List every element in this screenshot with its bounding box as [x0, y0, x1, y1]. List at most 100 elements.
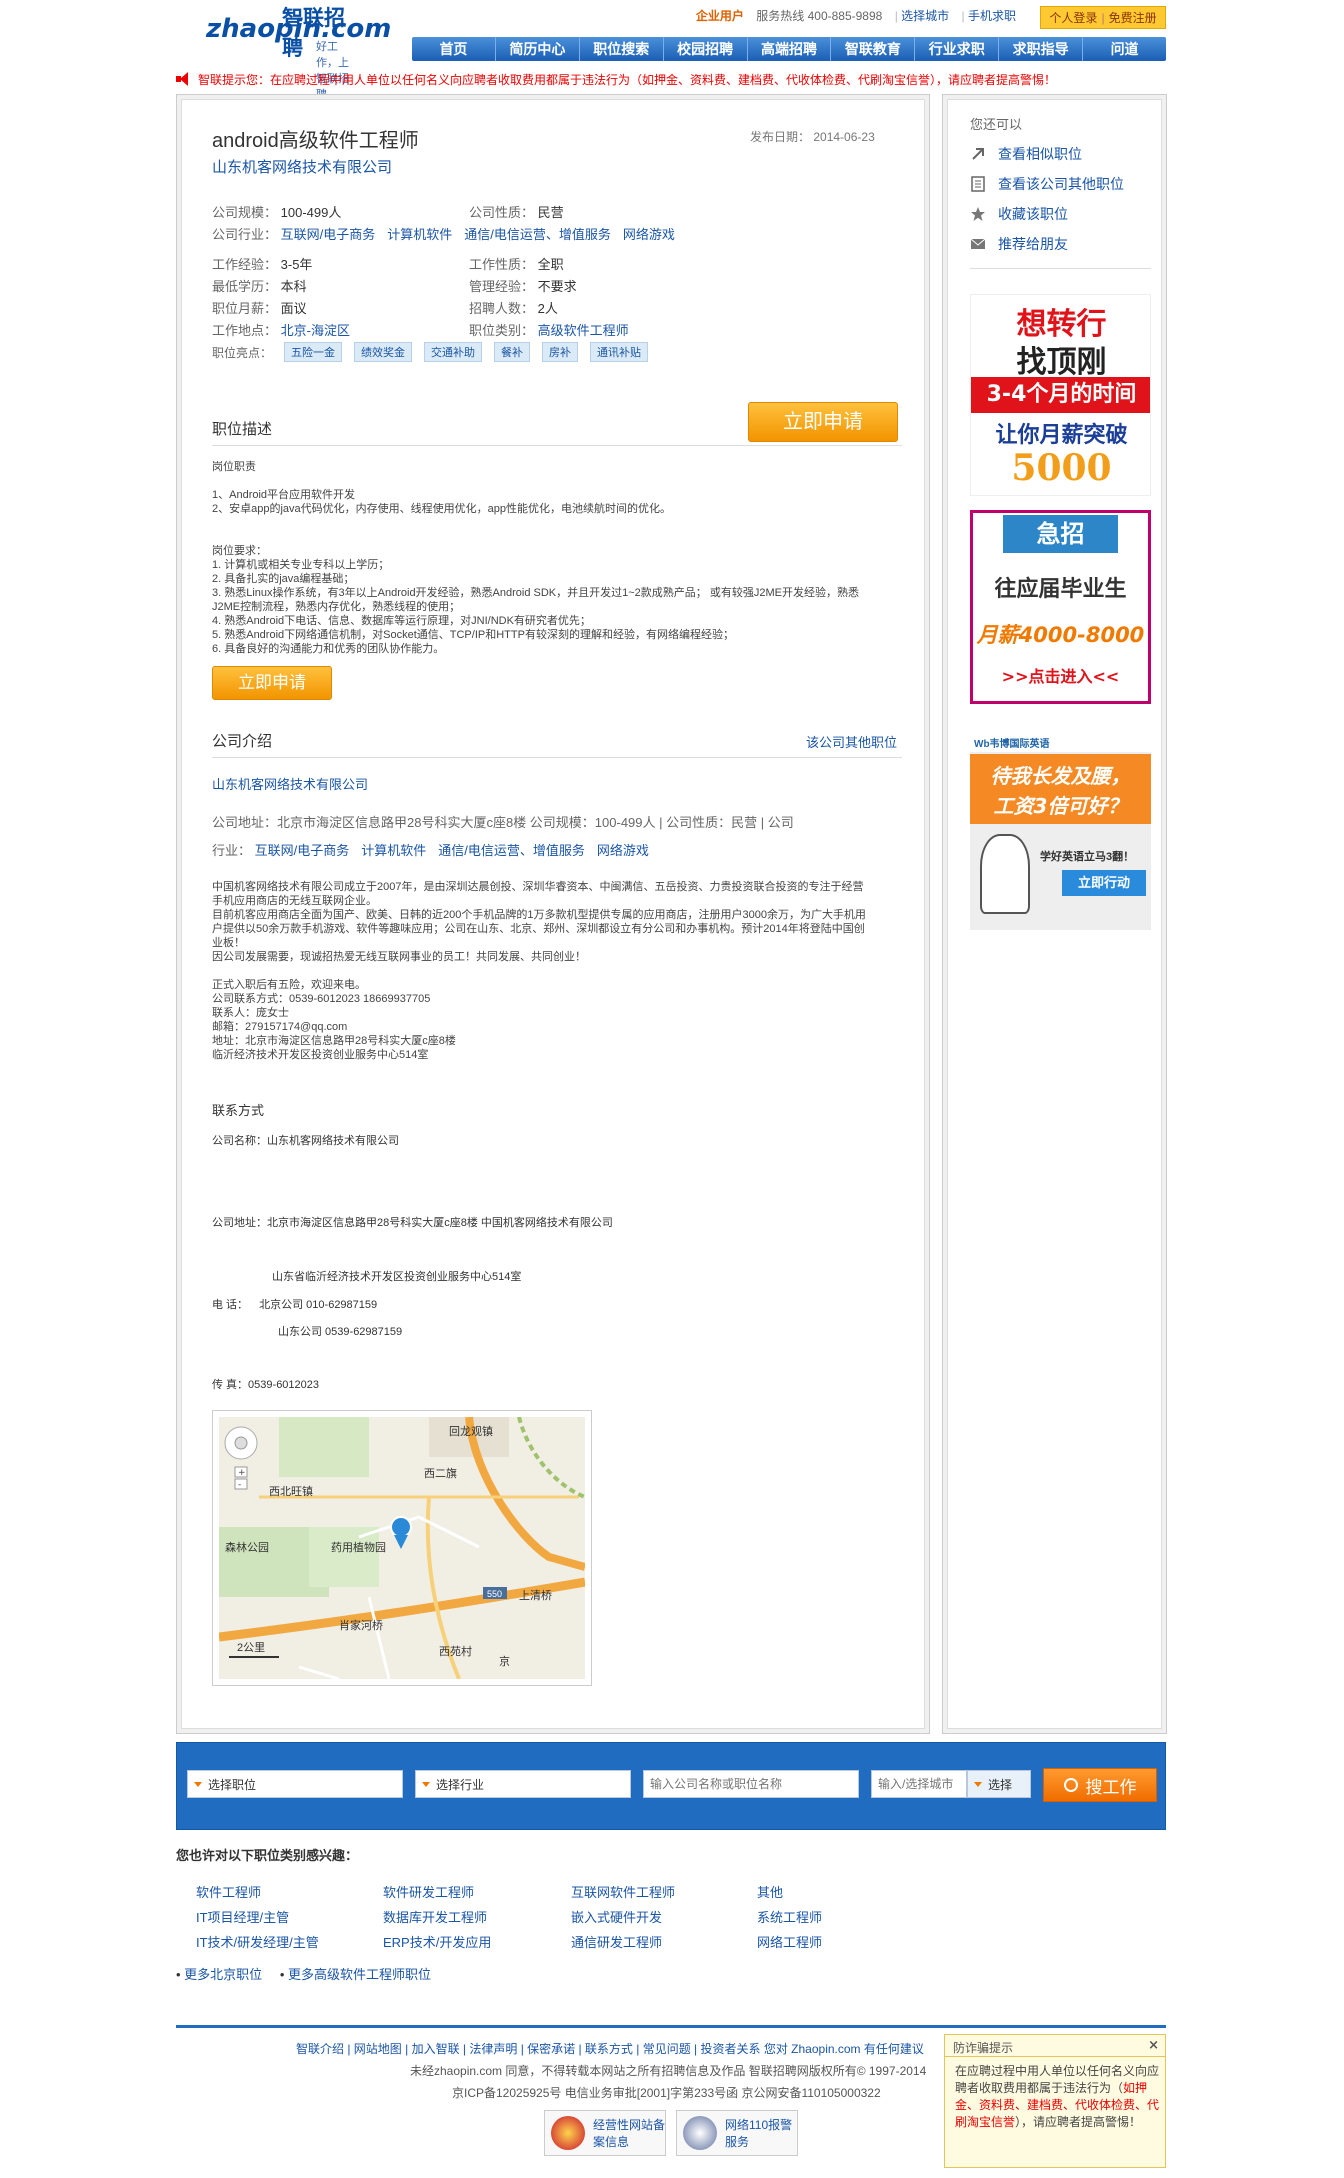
industry-link[interactable]: 通信/电信运营、增值服务: [464, 227, 611, 242]
category-link[interactable]: 软件工程师: [196, 1882, 261, 1901]
industry-link[interactable]: 网络游戏: [623, 227, 675, 242]
nav-campus[interactable]: 校园招聘: [664, 37, 748, 61]
highlight-tag: 交通补助: [424, 342, 483, 362]
company-industry: 公司行业： 互联网/电子商务 计算机软件 通信/电信运营、增值服务 网络游戏: [212, 227, 675, 242]
login-box: 个人登录 | 免费注册: [1040, 6, 1166, 29]
industry-select[interactable]: 选择行业: [415, 1770, 631, 1798]
ad-webi-english[interactable]: Wb韦博国际英语 待我长发及腰， 工资3倍可好？ 学好英语立马3翻！ 立即行动: [970, 730, 1151, 930]
category-link[interactable]: 通信研发工程师: [571, 1932, 662, 1951]
contact-phone-2: 山东公司 0539-62987159: [278, 1326, 403, 1338]
category-link[interactable]: 嵌入式硬件开发: [571, 1907, 662, 1926]
industry-link[interactable]: 互联网/电子商务: [281, 227, 376, 242]
highlight-tag: 餐补: [494, 342, 531, 362]
logo-domain: zhaopin.com: [206, 14, 392, 44]
company-intro-heading: 公司介绍: [212, 730, 902, 758]
contact-phone: 电 话： 北京公司 010-62987159: [212, 1299, 378, 1311]
personal-login-link[interactable]: 个人登录: [1049, 9, 1097, 26]
nav-resume[interactable]: 简历中心: [496, 37, 580, 61]
more-links: • 更多北京职位 • 更多高级软件工程师职位: [176, 1967, 432, 1982]
category-link[interactable]: 网络工程师: [757, 1932, 822, 1951]
top-links: 企业用户 服务热线 400-885-9898 | 选择城市 | 手机求职: [695, 9, 1016, 23]
city-select-button[interactable]: 选择: [967, 1770, 1031, 1798]
ad-graduate-hiring[interactable]: 急招 往应届毕业生 月薪4000-8000 >>点击进入<<: [970, 510, 1151, 704]
popup-title: 防诈骗提示: [945, 2035, 1165, 2057]
mobile-job-link[interactable]: 手机求职: [968, 9, 1016, 23]
dropdown-icon: [974, 1781, 982, 1787]
job-category: 职位类别： 高级软件工程师: [469, 323, 629, 338]
mail-icon: [970, 236, 986, 252]
category-link[interactable]: 互联网软件工程师: [571, 1882, 675, 1901]
nav-highend[interactable]: 高端招聘: [748, 37, 832, 61]
nav-wendao[interactable]: 问道: [1083, 37, 1166, 61]
map-label: 森林公园: [225, 1540, 269, 1554]
more-beijing-jobs-link[interactable]: 更多北京职位: [184, 1967, 262, 1982]
more-senior-engineer-jobs-link[interactable]: 更多高级软件工程师职位: [288, 1967, 431, 1982]
industry-link[interactable]: 计算机软件: [387, 227, 452, 242]
nav-education[interactable]: 智联教育: [831, 37, 916, 61]
nav-job-search[interactable]: 职位搜索: [580, 37, 664, 61]
category-link[interactable]: 其他: [757, 1882, 783, 1901]
search-jobs-button[interactable]: 搜工作: [1043, 1768, 1157, 1802]
highlight-tag: 五险一金: [284, 342, 343, 362]
work-experience: 工作经验： 3-5年: [212, 257, 313, 272]
fraud-notice: 智联提示您：在应聘过程中用人单位以任何名义向应聘者收取费用都属于违法行为（如押金…: [176, 68, 1166, 90]
category-link[interactable]: 系统工程师: [757, 1907, 822, 1926]
cyber-police-icon: [683, 2116, 717, 2150]
company-intro-name[interactable]: 山东机客网络技术有限公司: [212, 774, 368, 793]
category-link[interactable]: ERP技术/开发应用: [383, 1932, 491, 1951]
company-nature: 公司性质： 民营: [469, 205, 564, 220]
job-title: android高级软件工程师: [212, 130, 419, 152]
page: 智联招聘 zhaopin.com 好工作，上智联招聘 企业用户 服务热线 400…: [0, 0, 1344, 2178]
similar-jobs-link[interactable]: 查看相似职位: [970, 144, 1082, 164]
document-icon: [970, 176, 986, 192]
contact-company: 公司名称：山东机客网络技术有限公司: [212, 1135, 399, 1147]
fraud-notice-text: 智联提示您：在应聘过程中用人单位以任何名义向应聘者收取费用都属于违法行为（如押金…: [198, 72, 1057, 87]
close-icon[interactable]: ×: [1148, 2038, 1159, 2053]
category-link[interactable]: 数据库开发工程师: [383, 1907, 487, 1926]
apply-button-top[interactable]: 立即申请: [748, 402, 898, 442]
footer-copyright: 未经zhaopin.com 同意，不得转载本网站之所有招聘信息及作品 智联招聘网…: [410, 2064, 927, 2078]
category-link[interactable]: IT项目经理/主管: [196, 1907, 289, 1926]
company-scale: 公司规模： 100-499人: [212, 205, 342, 220]
nav-home[interactable]: 首页: [412, 37, 496, 61]
footer-links[interactable]: 智联介绍 | 网站地图 | 加入智联 | 法律声明 | 保密承诺 | 联系方式 …: [296, 2040, 924, 2057]
corp-user-link[interactable]: 企业用户: [696, 9, 744, 23]
category-link[interactable]: 软件研发工程师: [383, 1882, 474, 1901]
category-link[interactable]: 高级软件工程师: [538, 323, 629, 338]
location-map[interactable]: + - 回龙观镇 西二旗 西北旺镇 森林公园 药用植物园 上清桥 肖家河桥 西苑…: [212, 1410, 592, 1686]
choose-city-link[interactable]: 选择城市: [901, 9, 949, 23]
company-address-line: 公司地址：北京市海淀区信息路甲28号科实大厦c座8楼 公司规模：100-499人…: [212, 815, 794, 830]
keyword-input[interactable]: [643, 1770, 859, 1798]
work-type: 工作性质： 全职: [469, 257, 564, 272]
company-jobs-link[interactable]: 查看该公司其他职位: [970, 174, 1124, 194]
cyber-police-badge[interactable]: 网络110报警 服务: [676, 2110, 798, 2156]
company-name-link[interactable]: 山东机客网络技术有限公司: [212, 156, 392, 177]
favorite-job-link[interactable]: 收藏该职位: [970, 204, 1068, 224]
highlight-tag: 绩效奖金: [354, 342, 413, 362]
zhaopin-logo[interactable]: 智联招聘 zhaopin.com 好工作，上智联招聘: [206, 2, 391, 101]
job-select[interactable]: 选择职位: [187, 1770, 403, 1798]
apply-button-bottom[interactable]: 立即申请: [212, 666, 332, 700]
job-detail-panel: android高级软件工程师 发布日期： 2014-06-23 山东机客网络技术…: [176, 94, 930, 1734]
search-bar: 选择职位 选择行业 选择 搜工作: [176, 1742, 1166, 1830]
ad-career-change[interactable]: 想转行 找顶刚 3-4个月的时间 让你月薪突破 5000: [970, 294, 1151, 496]
website-filing-badge[interactable]: 经营性网站备 案信息: [544, 2110, 666, 2156]
work-location: 工作地点： 北京-海淀区: [212, 323, 350, 338]
highlight-tag: 通讯补贴: [590, 342, 649, 362]
recommend-friend-link[interactable]: 推荐给朋友: [970, 234, 1068, 254]
location-link[interactable]: 北京-海淀区: [281, 323, 350, 338]
svg-text:-: -: [238, 1480, 241, 1490]
footer-icp: 京ICP备12025925号 电信业务审批[2001]字第233号函 京公网安备…: [452, 2086, 881, 2100]
industry-link[interactable]: 互联网/电子商务: [255, 843, 350, 858]
city-input[interactable]: [871, 1770, 967, 1798]
company-other-jobs-link[interactable]: 该公司其他职位: [806, 732, 897, 751]
highlight-tag: 房补: [542, 342, 579, 362]
industry-link[interactable]: 通信/电信运营、增值服务: [438, 843, 585, 858]
category-link[interactable]: IT技术/研发经理/主管: [196, 1932, 319, 1951]
nav-guide[interactable]: 求职指导: [999, 37, 1084, 61]
related-categories-title: 您也许对以下职位类别感兴趣：: [176, 1848, 359, 1863]
free-register-link[interactable]: 免费注册: [1109, 9, 1157, 26]
nav-industry[interactable]: 行业求职: [915, 37, 1000, 61]
industry-link[interactable]: 网络游戏: [597, 843, 649, 858]
industry-link[interactable]: 计算机软件: [361, 843, 426, 858]
